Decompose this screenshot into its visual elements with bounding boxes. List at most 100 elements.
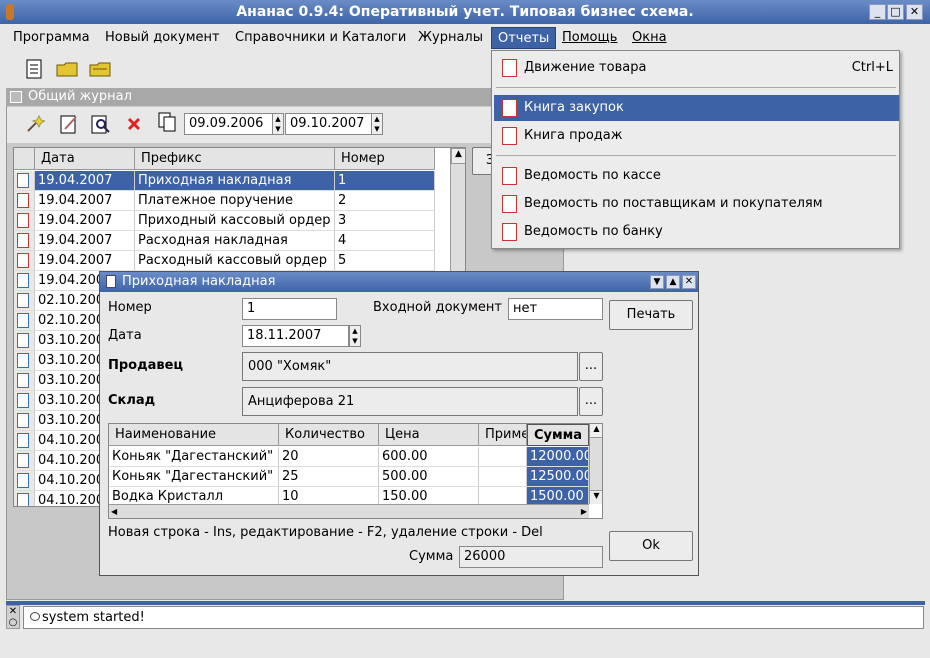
dialog-maximize-button[interactable]: ▲ [666,275,680,289]
window-menu-icon[interactable] [10,91,22,103]
row-doc-icon-cell [14,271,35,291]
cell-qty[interactable]: 25 [279,467,379,487]
table-row[interactable]: 19.04.2007 Приходный кассовый ордер 3 [14,211,435,231]
number-field[interactable]: 1 [242,298,337,320]
date-from-spinner[interactable]: ▲ ▼ [272,113,284,135]
menu-item-goods-movement[interactable]: Движение товара Ctrl+L [494,55,899,81]
cell-price[interactable]: 500.00 [379,467,479,487]
document-icon [17,433,29,448]
minimize-button[interactable]: _ [869,4,886,20]
document-icon [17,313,29,328]
row-doc-icon-cell [14,331,35,351]
menu-journals[interactable]: Журналы [412,27,489,49]
document-icon [17,353,29,368]
report-icon [502,99,517,117]
cell-note[interactable] [479,447,527,467]
menu-item-suppliers-statement[interactable]: Ведомость по поставщикам и покупателям [494,191,899,217]
grid-header-note[interactable]: Примечание [479,424,527,446]
maximize-button[interactable]: □ [887,4,904,20]
grid-header-sum[interactable]: Сумма [527,424,589,446]
number-label: Номер [108,300,152,315]
edit-icon[interactable] [56,112,82,136]
ok-button[interactable]: Ok [609,531,693,561]
date-to-spinner[interactable]: ▲ ▼ [371,113,383,135]
grid-header-qty[interactable]: Количество [279,424,379,446]
date-field[interactable]: 18.11.2007 [242,325,349,347]
copy-icon[interactable] [154,110,180,134]
status-log: system started! [23,606,924,629]
menu-item-bank-statement[interactable]: Ведомость по банку [494,219,899,245]
menu-references[interactable]: Справочники и Каталоги [229,27,412,49]
row-doc-icon-cell [14,311,35,331]
view-icon[interactable] [88,112,114,136]
cell-sum[interactable]: 12500.00 [527,467,589,487]
cell-date: 19.04.2007 [35,251,135,271]
document-icon [17,333,29,348]
grid-header-price[interactable]: Цена [379,424,479,446]
cell-prefix: Платежное поручение [135,191,335,211]
cell-name[interactable]: Коньяк "Дагестанский" п [109,447,279,467]
menu-help[interactable]: Помощь [556,27,623,49]
date-from-field[interactable]: 09.09.2006 [184,113,273,135]
warehouse-select-button[interactable]: ... [579,387,603,416]
journal-titlebar: Общий журнал [6,88,564,106]
row-doc-icon-cell [14,411,35,431]
incoming-doc-field[interactable]: нет [508,298,603,320]
document-icon [17,173,29,188]
table-row[interactable]: 19.04.2007 Расходный кассовый ордер 5 [14,251,435,271]
table-row[interactable]: 19.04.2007 Расходная накладная 4 [14,231,435,251]
folder-open-icon[interactable] [87,57,113,81]
grid-vscrollbar[interactable]: ▲ ▼ [589,424,602,504]
grid-header-name[interactable]: Наименование [109,424,279,446]
table-corner [14,148,35,170]
seller-field[interactable]: 000 "Хомяк" [242,352,578,381]
status-close-icon[interactable]: ✕ ○ [6,605,20,629]
cell-sum[interactable]: 12000.00 [527,447,589,467]
table-row[interactable]: 19.04.2007 Приходная накладная 1 [14,171,435,191]
print-button[interactable]: Печать [609,300,693,330]
cell-name[interactable]: Коньяк "Дагестанский" о [109,467,279,487]
cell-price[interactable]: 600.00 [379,447,479,467]
report-icon [502,59,517,77]
date-to-field[interactable]: 09.10.2007 [285,113,372,135]
new-wand-icon[interactable] [22,112,48,136]
menu-item-purchase-book[interactable]: Книга закупок [494,95,899,121]
items-grid: Наименование Количество Цена Примечание … [108,423,603,519]
column-header-number[interactable]: Номер [335,148,435,170]
menu-item-sales-book[interactable]: Книга продаж [494,123,899,149]
menu-reports[interactable]: Отчеты [491,27,557,49]
document-icon [17,193,29,208]
row-doc-icon-cell [14,491,35,506]
close-button[interactable]: ✕ [906,4,923,20]
warehouse-field[interactable]: Анциферова 21 [242,387,578,416]
row-doc-icon-cell [14,191,35,211]
folder-icon[interactable] [54,57,80,81]
menu-windows[interactable]: Окна [626,27,673,49]
document-icon [17,493,29,506]
cell-note[interactable] [479,467,527,487]
dialog-minimize-button[interactable]: ▼ [650,275,664,289]
document-icon [17,213,29,228]
journal-side-button[interactable]: З [472,147,492,175]
menu-program[interactable]: Программа [7,27,96,49]
dialog-close-button[interactable]: ✕ [682,275,696,289]
date-spinner[interactable]: ▲ ▼ [349,325,361,347]
seller-select-button[interactable]: ... [579,352,603,381]
warehouse-label: Склад [108,393,156,408]
cell-date: 19.04.2007 [35,171,135,191]
delete-icon[interactable] [121,112,147,136]
menu-item-cash-statement[interactable]: Ведомость по кассе [494,163,899,189]
column-header-prefix[interactable]: Префикс [135,148,335,170]
window-titlebar: Ананас 0.9.4: Оперативный учет. Типовая … [0,0,930,24]
document-icon [17,293,29,308]
document-icon [17,253,29,268]
table-row[interactable]: 19.04.2007 Платежное поручение 2 [14,191,435,211]
column-header-date[interactable]: Дата [35,148,135,170]
grid-hscrollbar[interactable]: ◀ ▶ [109,504,589,518]
document-icon [17,413,29,428]
document-icon[interactable] [21,57,47,81]
cell-qty[interactable]: 20 [279,447,379,467]
incoming-doc-label: Входной документ [373,300,502,315]
row-doc-icon-cell [14,451,35,471]
menu-new-document[interactable]: Новый документ [99,27,226,49]
